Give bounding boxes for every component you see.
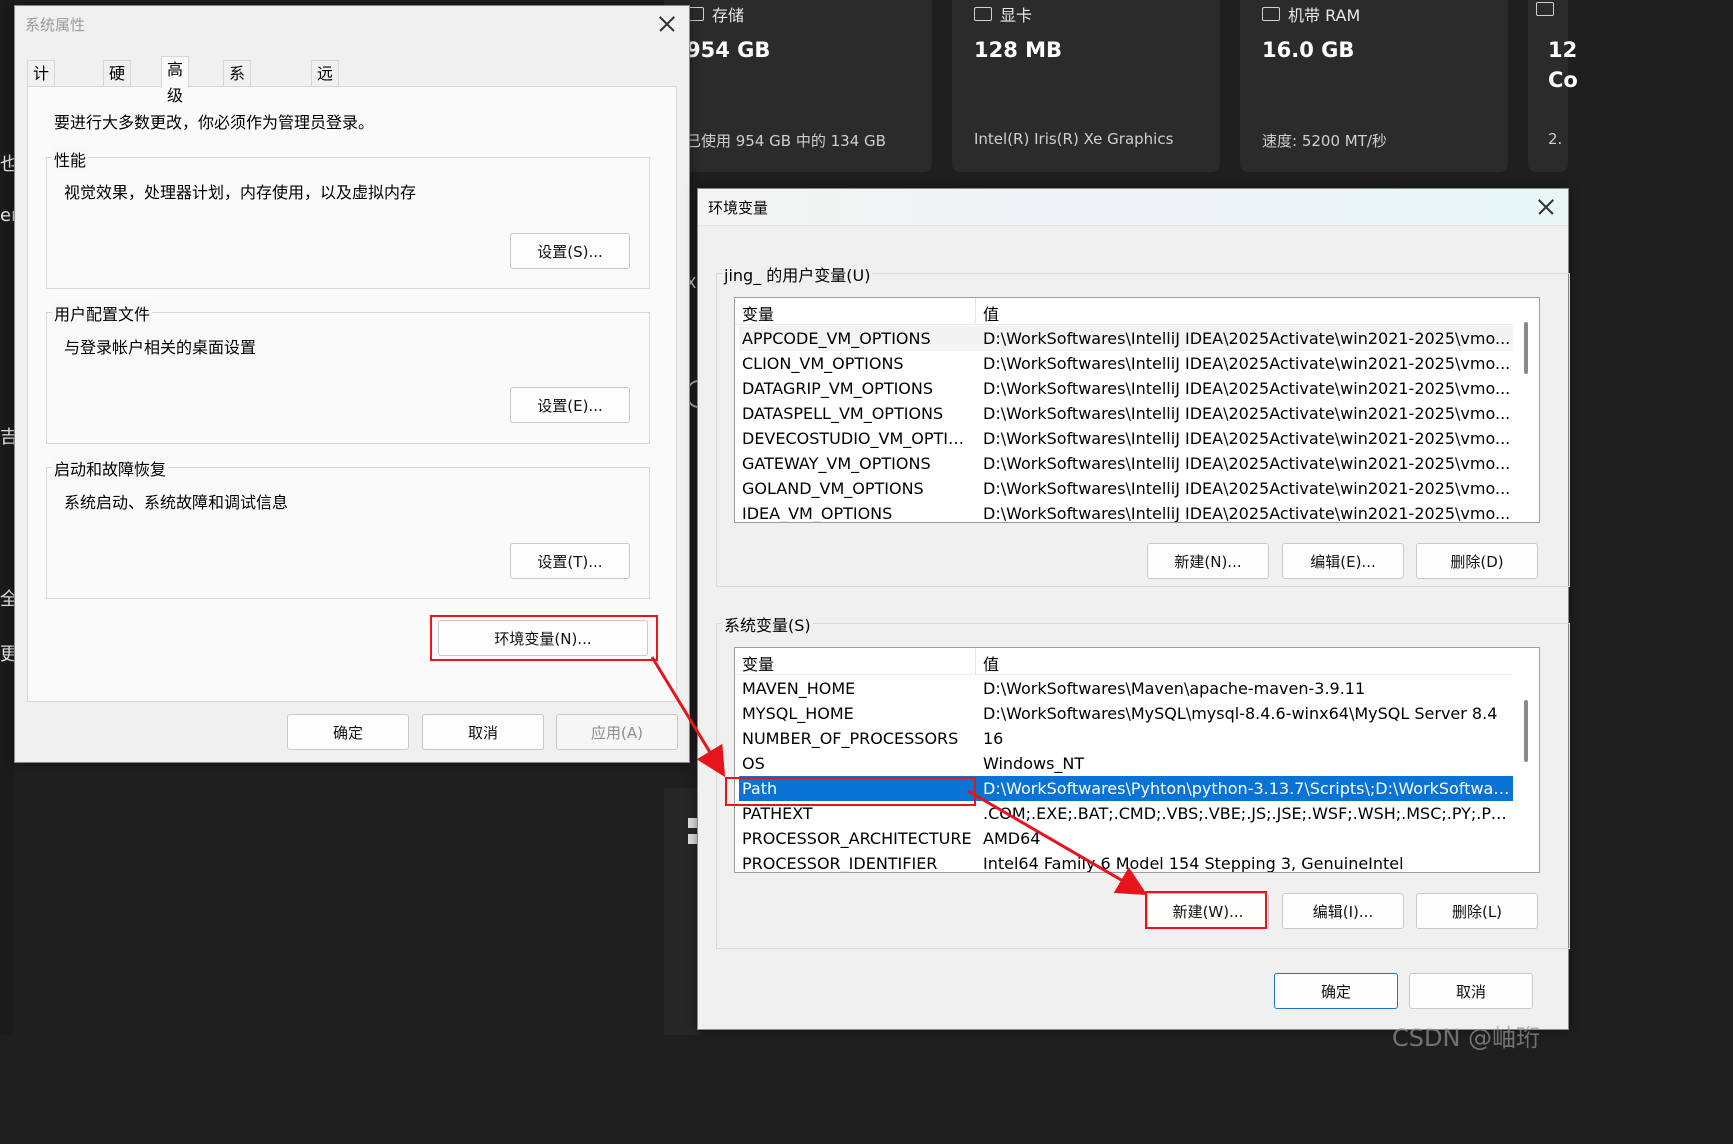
system-variables-scrollbar[interactable] bbox=[1513, 648, 1539, 872]
system-properties-dialog: 系统属性 计算机名 硬件 高级 系统保护 远程 要进行大多数更改，你必须作为管理… bbox=[14, 5, 690, 763]
performance-label: 性能 bbox=[52, 147, 89, 171]
close-icon[interactable] bbox=[655, 12, 679, 36]
startup-recovery-label: 启动和故障恢复 bbox=[52, 456, 169, 480]
system-variable-row[interactable]: MYSQL_HOME D:\WorkSoftwares\MySQL\mysql-8… bbox=[739, 701, 1513, 726]
system-edit-button[interactable]: 编辑(I)... bbox=[1282, 893, 1404, 929]
user-variable-row[interactable]: GATEWAY_VM_OPTIONS D:\WorkSoftwares\Intel… bbox=[739, 451, 1513, 476]
user-variable-row[interactable]: APPCODE_VM_OPTIONS D:\WorkSoftwares\Intel… bbox=[739, 326, 1513, 351]
user-edit-button[interactable]: 编辑(E)... bbox=[1282, 543, 1404, 579]
user-variable-row[interactable]: DATASPELL_VM_OPTIONS D:\WorkSoftwares\Int… bbox=[739, 401, 1513, 426]
user-variables-scrollbar[interactable] bbox=[1513, 298, 1539, 522]
user-variable-row[interactable]: CLION_VM_OPTIONS D:\WorkSoftwares\Intelli… bbox=[739, 351, 1513, 376]
system-variables-label: 系统变量(S) bbox=[722, 612, 813, 636]
tab-computer-name[interactable]: 计算机名 bbox=[27, 60, 56, 161]
ok-button[interactable]: 确定 bbox=[287, 714, 409, 750]
performance-group bbox=[46, 157, 650, 289]
user-delete-button[interactable]: 删除(D) bbox=[1416, 543, 1538, 579]
gpu-icon bbox=[974, 7, 992, 21]
advanced-tab-panel: 要进行大多数更改，你必须作为管理员登录。 性能 视觉效果，处理器计划，内存使用，… bbox=[27, 86, 677, 702]
admin-notice: 要进行大多数更改，你必须作为管理员登录。 bbox=[54, 113, 375, 132]
cancel-button[interactable]: 取消 bbox=[422, 714, 544, 750]
ram-label: 机带 RAM bbox=[1288, 6, 1361, 25]
gpu-sub: Intel(R) Iris(R) Xe Graphics bbox=[974, 130, 1174, 148]
performance-settings-button[interactable]: 设置(S)... bbox=[510, 233, 630, 269]
path-row-highlight-box bbox=[725, 777, 976, 806]
cpu-sub: 2. bbox=[1548, 130, 1563, 148]
user-variable-row[interactable]: IDEA_VM_OPTIONS D:\WorkSoftwares\IntelliJ… bbox=[739, 501, 1513, 522]
scrollbar-thumb[interactable] bbox=[1524, 322, 1528, 374]
startup-recovery-group bbox=[46, 467, 650, 599]
column-header-variable[interactable]: 变量 bbox=[742, 651, 774, 675]
cpu-card: 12 Co 2. bbox=[1528, 0, 1578, 172]
environment-variables-titlebar[interactable]: 环境变量 bbox=[698, 189, 1568, 226]
ram-card: 机带 RAM 16.0 GB 速度: 5200 MT/秒 bbox=[1240, 0, 1508, 172]
startup-recovery-settings-button[interactable]: 设置(T)... bbox=[510, 543, 630, 579]
startup-recovery-description: 系统启动、系统故障和调试信息 bbox=[64, 493, 289, 512]
tab-hardware[interactable]: 硬件 bbox=[103, 60, 132, 109]
user-variable-row[interactable]: DATAGRIP_VM_OPTIONS D:\WorkSoftwares\Inte… bbox=[739, 376, 1513, 401]
cpu-value-line2: Co bbox=[1548, 68, 1578, 92]
system-properties-title: 系统属性 bbox=[25, 16, 86, 34]
storage-sub: 已使用 954 GB 中的 134 GB bbox=[686, 132, 886, 150]
user-profiles-settings-button[interactable]: 设置(E)... bbox=[510, 387, 630, 423]
column-header-value[interactable]: 值 bbox=[983, 651, 999, 675]
new-button-highlight-box bbox=[1145, 891, 1267, 929]
user-profiles-label: 用户配置文件 bbox=[52, 301, 153, 325]
env-ok-button[interactable]: 确定 bbox=[1274, 973, 1398, 1009]
performance-description: 视觉效果，处理器计划，内存使用，以及虚拟内存 bbox=[64, 183, 417, 202]
user-profiles-description: 与登录帐户相关的桌面设置 bbox=[64, 338, 257, 357]
tab-advanced[interactable]: 高级 bbox=[161, 56, 190, 105]
column-header-variable[interactable]: 变量 bbox=[742, 301, 774, 325]
environment-variables-dialog: 环境变量 jing_ 的用户变量(U) 变量 值 APPCODE_VM_OPTI… bbox=[697, 188, 1570, 1030]
ram-sub: 速度: 5200 MT/秒 bbox=[1262, 132, 1387, 150]
system-variable-row[interactable]: PROCESSOR_IDENTIFIER Intel64 Family 6 Mod… bbox=[739, 851, 1513, 872]
system-delete-button[interactable]: 删除(L) bbox=[1416, 893, 1538, 929]
gpu-label: 显卡 bbox=[1000, 6, 1033, 25]
environment-variables-title: 环境变量 bbox=[708, 199, 769, 217]
column-separator[interactable] bbox=[975, 648, 976, 674]
storage-card: 存储 954 GB 已使用 954 GB 中的 134 GB bbox=[664, 0, 932, 172]
ram-value: 16.0 GB bbox=[1262, 38, 1355, 62]
env-cancel-button[interactable]: 取消 bbox=[1409, 973, 1533, 1009]
user-variables-label: jing_ 的用户变量(U) bbox=[722, 262, 873, 286]
storage-value: 954 GB bbox=[686, 38, 771, 62]
background-left-strip: 也 er 吉 全 更 bbox=[0, 0, 18, 1035]
scrollbar-thumb[interactable] bbox=[1524, 700, 1528, 762]
user-variable-row[interactable]: GOLAND_VM_OPTIONS D:\WorkSoftwares\Intell… bbox=[739, 476, 1513, 501]
close-icon[interactable] bbox=[1534, 195, 1558, 219]
user-new-button[interactable]: 新建(N)... bbox=[1147, 543, 1269, 579]
system-variables-list[interactable]: 变量 值 MAVEN_HOME D:\WorkSoftwares\Maven\ap… bbox=[734, 647, 1540, 873]
env-button-highlight-box bbox=[430, 615, 658, 661]
user-variables-header: 变量 值 bbox=[735, 298, 1513, 325]
column-separator[interactable] bbox=[975, 298, 976, 324]
gpu-card: 显卡 128 MB Intel(R) Iris(R) Xe Graphics bbox=[952, 0, 1220, 172]
system-variable-row[interactable]: OS Windows_NT bbox=[739, 751, 1513, 776]
column-header-value[interactable]: 值 bbox=[983, 301, 999, 325]
ram-icon bbox=[1262, 7, 1280, 21]
storage-label: 存储 bbox=[712, 6, 745, 25]
system-variable-row[interactable]: NUMBER_OF_PROCESSORS 16 bbox=[739, 726, 1513, 751]
user-profiles-group bbox=[46, 312, 650, 444]
user-variables-list[interactable]: 变量 值 APPCODE_VM_OPTIONS D:\WorkSoftwares\… bbox=[734, 297, 1540, 523]
tab-system-protection[interactable]: 系统保护 bbox=[223, 60, 252, 161]
user-variable-row[interactable]: DEVECOSTUDIO_VM_OPTIO... D:\WorkSoftwares… bbox=[739, 426, 1513, 451]
gpu-value: 128 MB bbox=[974, 38, 1063, 62]
system-properties-titlebar[interactable]: 系统属性 bbox=[15, 6, 689, 42]
tab-remote[interactable]: 远程 bbox=[311, 60, 340, 109]
system-variables-header: 变量 值 bbox=[735, 648, 1513, 675]
apply-button[interactable]: 应用(A) bbox=[556, 714, 678, 750]
cpu-value: 12 bbox=[1548, 38, 1578, 62]
watermark: CSDN @岫珩 bbox=[1392, 1024, 1541, 1052]
system-variable-row[interactable]: MAVEN_HOME D:\WorkSoftwares\Maven\apache-… bbox=[739, 676, 1513, 701]
cpu-icon bbox=[1536, 2, 1554, 16]
system-variable-row[interactable]: PROCESSOR_ARCHITECTURE AMD64 bbox=[739, 826, 1513, 851]
